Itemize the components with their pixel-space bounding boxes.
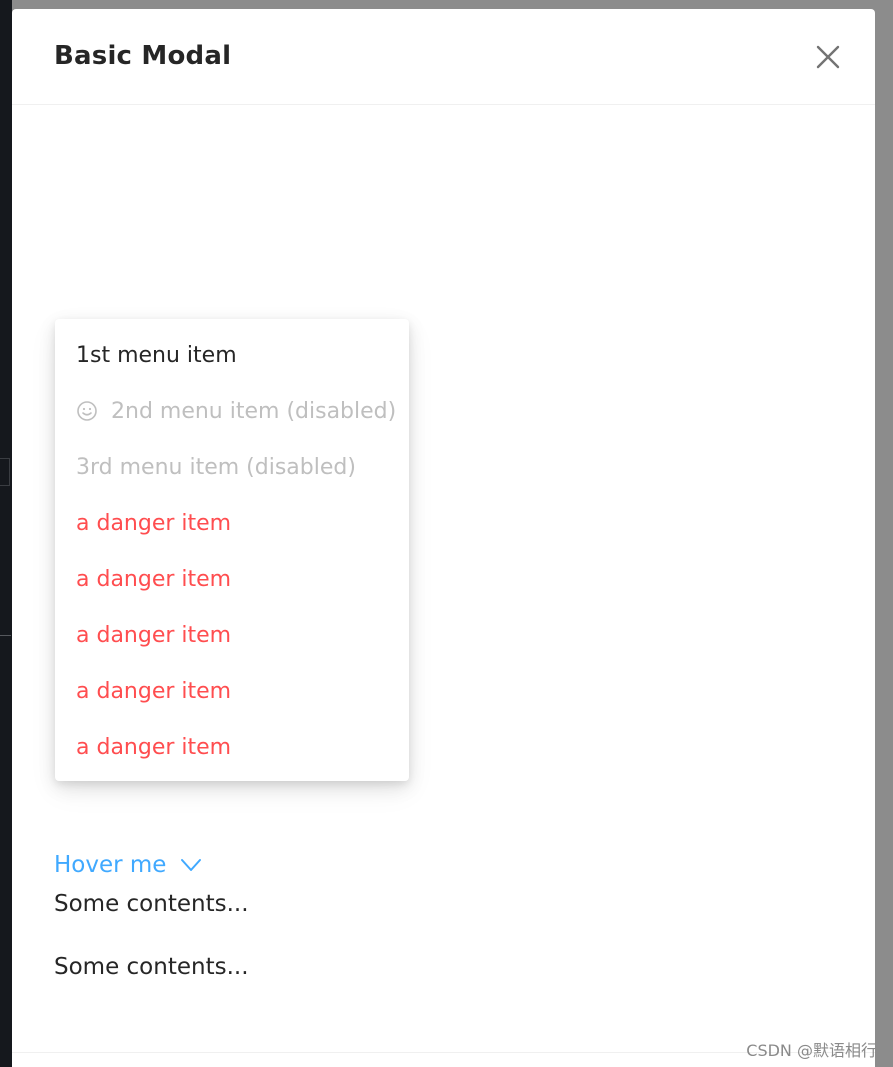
modal-dialog: Basic Modal 1st menu item 2nd menu item … xyxy=(12,9,875,1067)
menu-item-label: 2nd menu item (disabled) xyxy=(111,398,397,424)
menu-item-label: a danger item xyxy=(76,510,232,536)
menu-item-danger[interactable]: a danger item xyxy=(55,495,409,551)
menu-item-label: a danger item xyxy=(76,734,232,760)
menu-item-label: 1st menu item xyxy=(76,342,237,368)
menu-item-1st[interactable]: 1st menu item xyxy=(55,327,409,383)
menu-item-3rd-disabled[interactable]: 3rd menu item (disabled) xyxy=(55,439,409,495)
backdrop-divider xyxy=(0,635,11,636)
chevron-down-icon xyxy=(180,854,202,876)
watermark: CSDN @默语相行 xyxy=(746,1041,877,1060)
backdrop-element xyxy=(0,458,10,486)
menu-item-danger[interactable]: a danger item xyxy=(55,607,409,663)
menu-item-label: a danger item xyxy=(76,622,232,648)
menu-item-label: a danger item xyxy=(76,678,232,704)
modal-title: Basic Modal xyxy=(54,41,232,71)
menu-item-danger[interactable]: a danger item xyxy=(55,719,409,775)
modal-content-text: Some contents... xyxy=(54,954,249,980)
dropdown-trigger-label: Hover me xyxy=(54,852,167,878)
close-icon xyxy=(816,45,840,69)
dropdown-trigger-link[interactable]: Hover me xyxy=(54,852,202,878)
modal-header: Basic Modal xyxy=(12,9,875,105)
menu-item-label: a danger item xyxy=(76,566,232,592)
modal-content-text: Some contents... xyxy=(54,891,249,917)
menu-item-label: 3rd menu item (disabled) xyxy=(76,454,356,480)
backdrop-left xyxy=(0,0,12,1067)
dropdown-menu: 1st menu item 2nd menu item (disabled) 3… xyxy=(55,319,409,781)
close-button[interactable] xyxy=(810,39,846,75)
menu-item-2nd-disabled[interactable]: 2nd menu item (disabled) xyxy=(55,383,409,439)
menu-item-danger[interactable]: a danger item xyxy=(55,663,409,719)
menu-item-danger[interactable]: a danger item xyxy=(55,551,409,607)
smile-icon xyxy=(76,400,98,422)
backdrop-right xyxy=(875,0,893,1067)
